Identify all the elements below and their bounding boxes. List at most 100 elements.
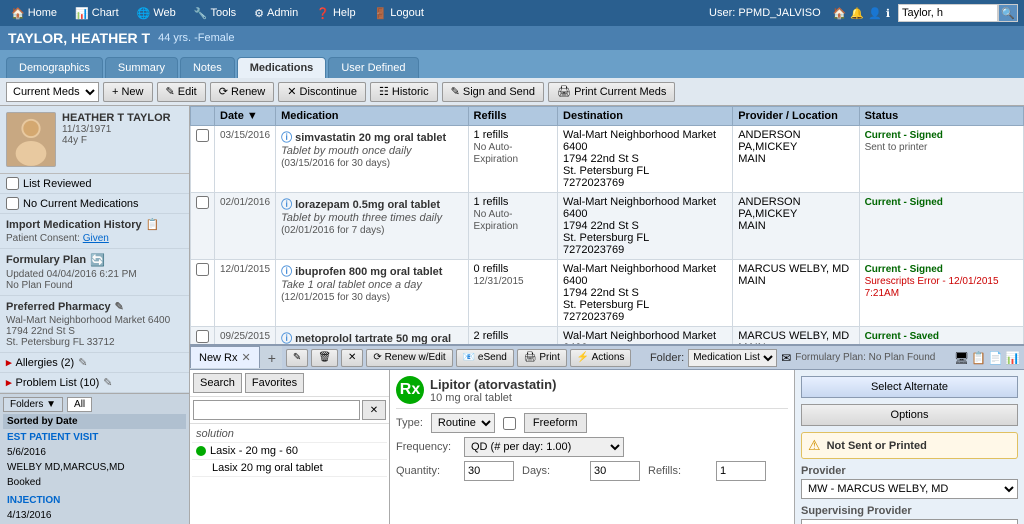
list-reviewed-checkbox[interactable] [6,177,19,190]
type-select[interactable]: Routine [431,413,495,433]
refills-2: 1 refills [474,196,509,208]
freeform-button[interactable]: Freeform [524,413,587,433]
new-button[interactable]: + New [103,82,153,102]
actions-btn[interactable]: ⚡ Actions [570,349,631,367]
no-current-meds-checkbox[interactable] [6,197,19,210]
supervising-provider-section: Supervising Provider - Supervising Provi… [801,505,1018,524]
row-checkbox-4[interactable] [196,330,209,343]
nav-web[interactable]: 🌐 Web [132,5,181,22]
folder-select[interactable]: Medication List [688,349,777,367]
frequency-select[interactable]: QD (# per day: 1.00) [464,437,624,457]
refills-input[interactable] [716,461,766,481]
nav-home[interactable]: 🏠 Home [6,5,62,22]
info-icon-2[interactable]: ⓘ [281,199,295,211]
allergies-label: Allergies (2) [16,357,75,369]
provider-select[interactable]: MW - MARCUS WELBY, MD [801,479,1018,499]
tab-demographics[interactable]: Demographics [6,57,103,78]
renew-button[interactable]: ⟳ Renew [210,82,275,102]
info-icon-top: ℹ [886,7,890,20]
supervising-provider-select[interactable]: - Supervising Provider - [801,519,1018,524]
search-button[interactable]: 🔍 [998,4,1018,22]
toolbar-icon-4: 📊 [1005,351,1020,365]
consent-link[interactable]: Given [83,233,109,244]
formulary-plan-section: Formulary Plan 🔄 Updated 04/04/2016 6:21… [0,249,189,296]
quantity-input[interactable] [464,461,514,481]
tab-notes[interactable]: Notes [180,57,235,78]
search-clear-btn[interactable]: ✕ [362,400,386,420]
info-icon-1[interactable]: ⓘ [281,132,295,144]
nav-logout[interactable]: 🚪 Logout [369,5,429,22]
renew-with-edit-btn[interactable]: ⟳ Renew w/Edit [366,349,452,367]
sign-send-button[interactable]: ✎ Sign and Send [442,82,544,102]
options-button[interactable]: Options [801,404,1018,426]
row-checkbox-3[interactable] [196,263,209,276]
med-detail-3: Take 1 oral tablet once a day [281,279,422,291]
tab-user-defined[interactable]: User Defined [328,57,418,78]
print-current-meds-button[interactable]: 🖨 Print Current Meds [548,82,675,102]
allergies-edit-icon[interactable]: ✎ [78,356,87,369]
dest-phone-1: 7272023769 [563,177,624,189]
delete-rx-btn[interactable]: 🗑 [311,349,338,367]
preferred-pharmacy-section: Preferred Pharmacy ✎ Wal-Mart Neighborho… [0,296,189,353]
allergies-item[interactable]: ▸ Allergies (2) ✎ [0,353,189,373]
current-meds-select[interactable]: Current Meds [6,82,99,102]
drug-list-area: solution Lasix - 20 mg - 60 Lasix 20 mg … [190,424,389,524]
event-1[interactable]: EST PATIENT VISIT 5/6/2016 WELBY MD,MARC… [3,429,186,492]
quantity-row: Quantity: Days: Refills: [396,461,788,481]
type-checkbox[interactable] [503,417,516,430]
dest-addr-1: 1794 22nd St S [563,153,639,165]
problems-edit-icon[interactable]: ✎ [103,376,112,389]
drug-name: Lipitor (atorvastatin) [430,377,556,392]
nav-help[interactable]: ❓ Help [311,5,360,22]
days-input[interactable] [590,461,640,481]
refills-1: 1 refills [474,129,509,141]
pharmacy-edit-icon[interactable]: ✎ [115,300,124,313]
drug-list-item-1[interactable]: Lasix - 20 mg - 60 [192,443,387,460]
cancel-rx-btn[interactable]: ✕ [341,349,363,367]
search-tab-btn[interactable]: Search [193,373,242,393]
col-status: Status [859,107,1023,126]
drug-search-input[interactable] [193,400,360,420]
problems-item[interactable]: ▸ Problem List (10) ✎ [0,373,189,393]
row-checkbox-1[interactable] [196,129,209,142]
patient-avatar [6,112,56,167]
edit-rx-btn[interactable]: ✎ [286,349,308,367]
folders-btn[interactable]: Folders ▼ [3,397,63,412]
esend-btn[interactable]: 📧 eSend [456,349,514,367]
list-reviewed-label: List Reviewed [23,178,91,190]
not-sent-status: Not Sent or Printed [827,440,927,452]
drug-list-item-2[interactable]: Lasix 20 mg oral tablet [192,460,387,477]
search-label-item: solution [192,426,387,443]
formulary-refresh-icon[interactable]: 🔄 [90,253,105,267]
med-detail-1: Tablet by mouth once daily [281,145,411,157]
discontinue-button[interactable]: ✕ Discontinue [278,82,366,102]
sorted-by-date: Sorted by Date [3,414,186,429]
table-row: 02/01/2016 ⓘ lorazepam 0.5mg oral tablet… [191,193,1024,260]
col-date[interactable]: Date ▼ [215,107,276,126]
edit-button[interactable]: ✎ Edit [157,82,206,102]
tab-medications[interactable]: Medications [237,57,327,78]
problems-expand-icon: ▸ [6,376,12,389]
new-rx-tab[interactable]: New Rx ✕ [190,346,260,368]
select-alternate-btn[interactable]: Select Alternate [801,376,1018,398]
provider-section-label: Provider [801,465,1018,477]
nav-chart[interactable]: 📊 Chart [70,5,124,22]
nav-admin[interactable]: ⚙ Admin [249,5,303,22]
nav-tools[interactable]: 🔧 Tools [189,5,241,22]
all-btn[interactable]: All [67,397,92,412]
info-icon-3[interactable]: ⓘ [281,266,295,278]
historic-button[interactable]: ☷ Historic [370,82,438,102]
location-1: MAIN [738,153,766,165]
row-checkbox-2[interactable] [196,196,209,209]
print-btn[interactable]: 🖨 Print [517,349,567,367]
tab-summary[interactable]: Summary [105,57,178,78]
import-med-history: Import Medication History 📋 Patient Cons… [0,214,189,249]
info-icon-4[interactable]: ⓘ [281,333,295,344]
refill-exp-2: No Auto-Expiration [474,209,518,232]
close-new-rx-icon[interactable]: ✕ [242,351,251,364]
patient-search-input[interactable] [898,4,998,22]
med-date-2: (02/01/2016 for 7 days) [281,225,384,236]
event-2[interactable]: INJECTION 4/13/2016 WELBY MD,MARCUS,MD B… [3,492,186,524]
add-tab-icon[interactable]: + [262,346,282,369]
favorites-btn[interactable]: Favorites [245,373,304,393]
